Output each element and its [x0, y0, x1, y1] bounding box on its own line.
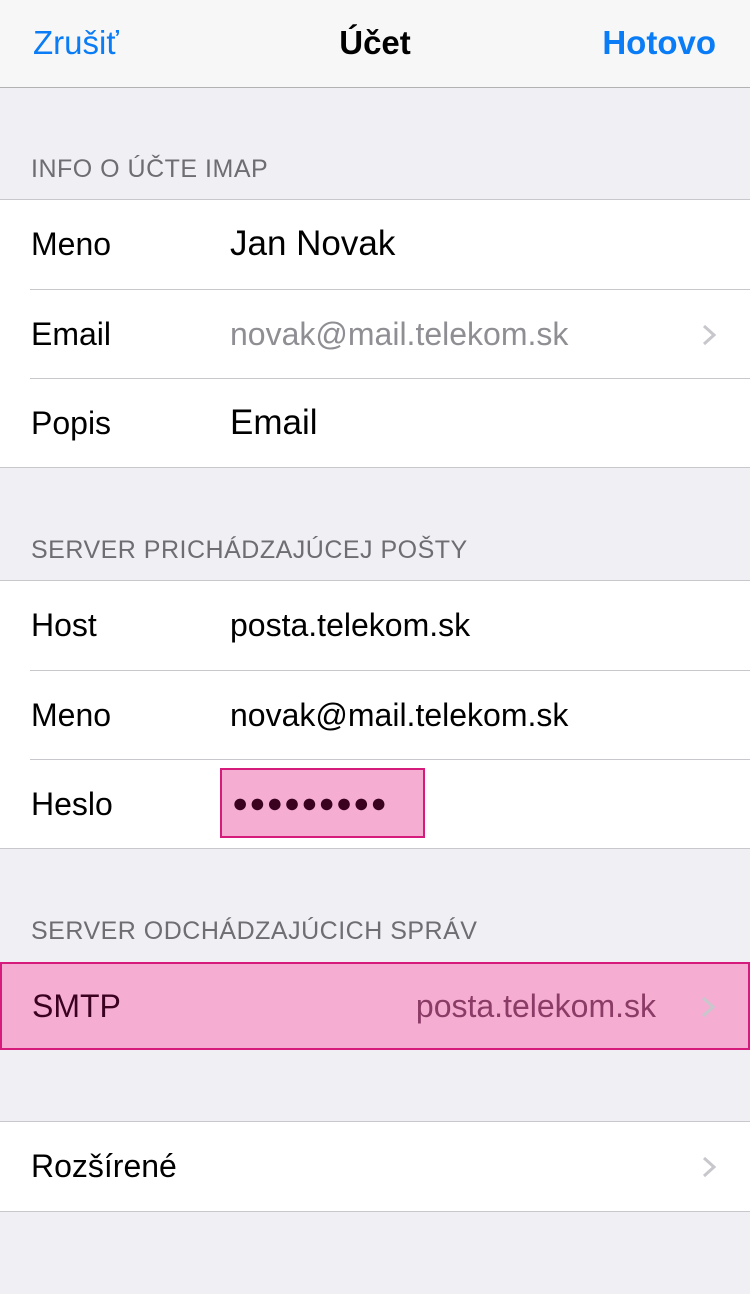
smtp-row[interactable]: SMTP posta.telekom.sk	[0, 962, 750, 1050]
email-value: novak@mail.telekom.sk	[230, 316, 569, 352]
description-field[interactable]: Email	[230, 403, 318, 443]
name-label: Meno	[31, 226, 112, 262]
chevron-right-icon	[702, 1156, 717, 1178]
advanced-group: Rozšírené	[0, 1121, 750, 1212]
advanced-label: Rozšírené	[31, 1148, 177, 1184]
section-header-incoming: SERVER PRICHÁDZAJÚCEJ POŠTY	[31, 536, 468, 564]
chevron-right-icon	[701, 996, 716, 1018]
smtp-label: SMTP	[32, 988, 121, 1024]
username-row[interactable]: Meno novak@mail.telekom.sk	[30, 670, 750, 759]
smtp-value: posta.telekom.sk	[415, 988, 656, 1024]
name-row[interactable]: Meno Jan Novak	[0, 200, 750, 289]
chevron-right-icon	[702, 324, 717, 346]
section-header-imap: INFO O ÚČTE IMAP	[31, 155, 269, 183]
username-label: Meno	[31, 697, 112, 733]
navigation-bar: Zrušiť Účet Hotovo	[0, 0, 750, 88]
host-row[interactable]: Host posta.telekom.sk	[0, 581, 750, 670]
email-label: Email	[31, 316, 112, 352]
host-field[interactable]: posta.telekom.sk	[230, 607, 470, 644]
description-label: Popis	[31, 405, 112, 441]
section-header-outgoing: SERVER ODCHÁDZAJÚCICH SPRÁV	[31, 917, 478, 945]
password-row[interactable]: Heslo ●●●●●●●●●	[30, 759, 750, 848]
password-label: Heslo	[31, 786, 113, 822]
host-label: Host	[31, 607, 97, 643]
password-field[interactable]: ●●●●●●●●●	[220, 768, 425, 838]
name-field[interactable]: Jan Novak	[230, 224, 395, 264]
advanced-row[interactable]: Rozšírené	[0, 1122, 750, 1211]
username-field[interactable]: novak@mail.telekom.sk	[230, 697, 568, 734]
email-row[interactable]: Email novak@mail.telekom.sk	[30, 289, 750, 378]
imap-info-group: Meno Jan Novak Email novak@mail.telekom.…	[0, 199, 750, 468]
incoming-server-group: Host posta.telekom.sk Meno novak@mail.te…	[0, 580, 750, 849]
description-row[interactable]: Popis Email	[30, 378, 750, 467]
done-button[interactable]: Hotovo	[602, 24, 716, 62]
